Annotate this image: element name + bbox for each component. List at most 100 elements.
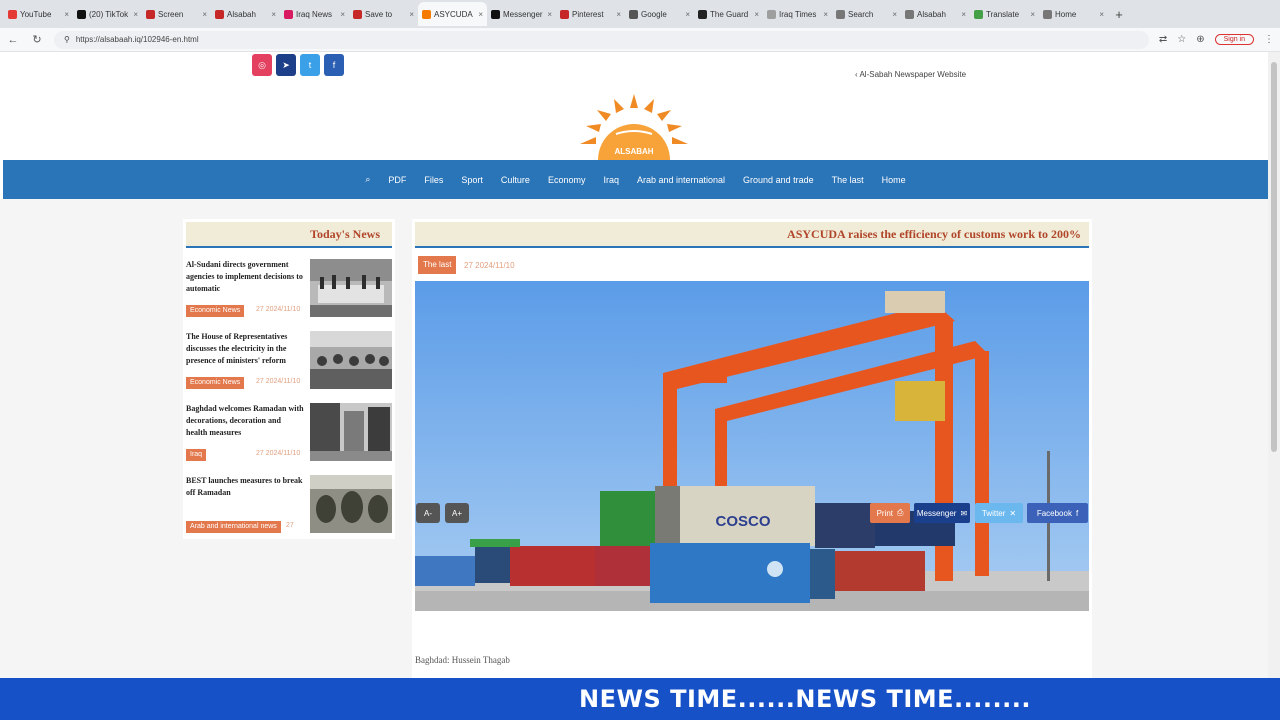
news-thumbnail[interactable]	[310, 331, 392, 389]
nav-item[interactable]: Sport	[461, 175, 483, 185]
news-ticker: NEWS TIME......NEWS TIME........	[0, 678, 1280, 720]
news-item[interactable]: The House of Representatives discusses t…	[186, 331, 392, 393]
news-item-title[interactable]: BEST launches measures to break off Rama…	[186, 475, 304, 499]
new-tab-icon[interactable]: +	[1108, 7, 1130, 22]
article-category-badge[interactable]: The last	[418, 256, 457, 274]
tab-close-icon[interactable]: ×	[271, 10, 276, 19]
tab-label: Pinterest	[572, 9, 604, 19]
tab-label: Messenger	[503, 9, 543, 19]
browser-tab[interactable]: Screen ×	[142, 2, 211, 26]
browser-tab[interactable]: Save to ×	[349, 2, 418, 26]
address-bar: ← ↻ ⚲ https://alsabaah.iq/102946-en.html…	[0, 28, 1280, 52]
browser-tab[interactable]: Iraq News ×	[280, 2, 349, 26]
facebook-icon: f	[1075, 508, 1079, 518]
messenger-icon: ✉	[960, 508, 968, 518]
scrollbar-thumb[interactable]	[1271, 62, 1277, 452]
browser-tab[interactable]: The Guard ×	[694, 2, 763, 26]
bookmark-icon[interactable]: ☆	[1177, 34, 1186, 45]
tab-close-icon[interactable]: ×	[823, 10, 828, 19]
instagram-icon[interactable]: ◎	[252, 54, 272, 76]
print-button[interactable]: Print ⎙	[870, 503, 910, 523]
nav-item[interactable]: Arab and international	[637, 175, 725, 185]
tab-label: Screen	[158, 9, 184, 19]
back-icon[interactable]: ←	[6, 34, 20, 46]
nav-item[interactable]: Home	[882, 175, 906, 185]
url-field[interactable]: ⚲ https://alsabaah.iq/102946-en.html	[54, 30, 1149, 49]
signin-button[interactable]: Sign in	[1214, 34, 1254, 45]
browser-tab[interactable]: YouTube ×	[4, 2, 73, 26]
tab-close-icon[interactable]: ×	[547, 10, 552, 19]
nav-item[interactable]: Culture	[501, 175, 530, 185]
tab-close-icon[interactable]: ×	[202, 10, 207, 19]
translate-icon[interactable]: ⇄	[1159, 34, 1167, 45]
menu-icon[interactable]: ⋮	[1264, 34, 1274, 45]
tab-close-icon[interactable]: ×	[961, 10, 966, 19]
news-item-badge[interactable]: Economic News	[186, 305, 245, 317]
search-icon[interactable]: ⌕	[365, 174, 370, 185]
telegram-icon[interactable]: ➤	[276, 54, 296, 76]
browser-tab[interactable]: Google ×	[625, 2, 694, 26]
tab-label: Iraq News	[296, 9, 333, 19]
news-item[interactable]: Baghdad welcomes Ramadan with decoration…	[186, 403, 392, 465]
news-thumbnail[interactable]	[310, 259, 392, 317]
tab-close-icon[interactable]: ×	[340, 10, 345, 19]
font-decrease-button[interactable]: A-	[416, 503, 440, 523]
url-text: https://alsabaah.iq/102946-en.html	[75, 35, 199, 44]
twitter-share-button[interactable]: Twitter ✕	[975, 503, 1023, 523]
facebook-icon[interactable]: f	[324, 54, 344, 76]
nav-item[interactable]: The last	[832, 175, 864, 185]
twitter-icon[interactable]: t	[300, 54, 320, 76]
nav-item[interactable]: Files	[424, 175, 443, 185]
tab-close-icon[interactable]: ×	[616, 10, 621, 19]
news-item[interactable]: Al-Sudani directs government agencies to…	[186, 259, 392, 321]
tab-close-icon[interactable]: ×	[64, 10, 69, 19]
tab-favicon-icon	[284, 9, 293, 19]
nav-item[interactable]: Ground and trade	[743, 175, 814, 185]
ticker-text: NEWS TIME......NEWS TIME........	[579, 685, 1031, 713]
nav-item[interactable]: PDF	[388, 175, 406, 185]
nav-item[interactable]: Economy	[548, 175, 586, 185]
browser-tab-bar: YouTube × (20) TikTok × Screen × Alsabah × Iraq …	[0, 0, 1280, 28]
page-scrollbar[interactable]	[1268, 52, 1280, 678]
tab-close-icon[interactable]: ×	[1099, 10, 1104, 19]
tab-close-icon[interactable]: ×	[1030, 10, 1035, 19]
reload-icon[interactable]: ↻	[30, 33, 44, 46]
main-nav: ⌕ PDF Files Sport Culture Economy Iraq Arab an…	[3, 160, 1268, 199]
browser-tab[interactable]: Home ×	[1039, 2, 1108, 26]
tab-close-icon[interactable]: ×	[685, 10, 690, 19]
browser-tab[interactable]: Pinterest ×	[556, 2, 625, 26]
browser-tab[interactable]: Iraq Times ×	[763, 2, 832, 26]
news-item-title[interactable]: Baghdad welcomes Ramadan with decoration…	[186, 403, 304, 439]
news-item-badge[interactable]: Iraq	[186, 449, 207, 461]
news-thumbnail[interactable]	[310, 475, 392, 533]
site-link[interactable]: ‹ Al-Sabah Newspaper Website	[855, 70, 966, 79]
news-item-badge[interactable]: Arab and international news	[186, 521, 281, 533]
site-info-icon[interactable]: ⚲	[64, 35, 70, 44]
news-item-badge[interactable]: Economic News	[186, 377, 245, 389]
tab-close-icon[interactable]: ×	[409, 10, 414, 19]
container-text: COSCO	[715, 513, 770, 530]
site-logo[interactable]: ALSABAH	[568, 94, 700, 160]
news-item[interactable]: BEST launches measures to break off Rama…	[186, 475, 392, 537]
browser-tab[interactable]: Search ×	[832, 2, 901, 26]
news-item-title[interactable]: Al-Sudani directs government agencies to…	[186, 259, 304, 295]
facebook-share-button[interactable]: Facebook f	[1027, 503, 1088, 523]
browser-tab[interactable]: ASYCUDA ×	[418, 2, 487, 26]
browser-tab[interactable]: Messenger ×	[487, 2, 556, 26]
messenger-share-button[interactable]: Messenger ✉	[914, 503, 970, 523]
browser-tab[interactable]: Alsabah ×	[901, 2, 970, 26]
browser-tab[interactable]: Alsabah ×	[211, 2, 280, 26]
tab-close-icon[interactable]: ×	[133, 10, 138, 19]
tab-close-icon[interactable]: ×	[478, 10, 483, 19]
nav-item[interactable]: Iraq	[603, 175, 619, 185]
font-increase-button[interactable]: A+	[445, 503, 469, 523]
logo-text: ALSABAH	[614, 147, 653, 156]
extensions-icon[interactable]: ⊕	[1196, 34, 1204, 45]
tab-close-icon[interactable]: ×	[892, 10, 897, 19]
browser-tab[interactable]: (20) TikTok ×	[73, 2, 142, 26]
twitter-label: Twitter	[981, 508, 1006, 518]
tab-close-icon[interactable]: ×	[754, 10, 759, 19]
news-thumbnail[interactable]	[310, 403, 392, 461]
news-item-title[interactable]: The House of Representatives discusses t…	[186, 331, 304, 367]
browser-tab[interactable]: Translate ×	[970, 2, 1039, 26]
